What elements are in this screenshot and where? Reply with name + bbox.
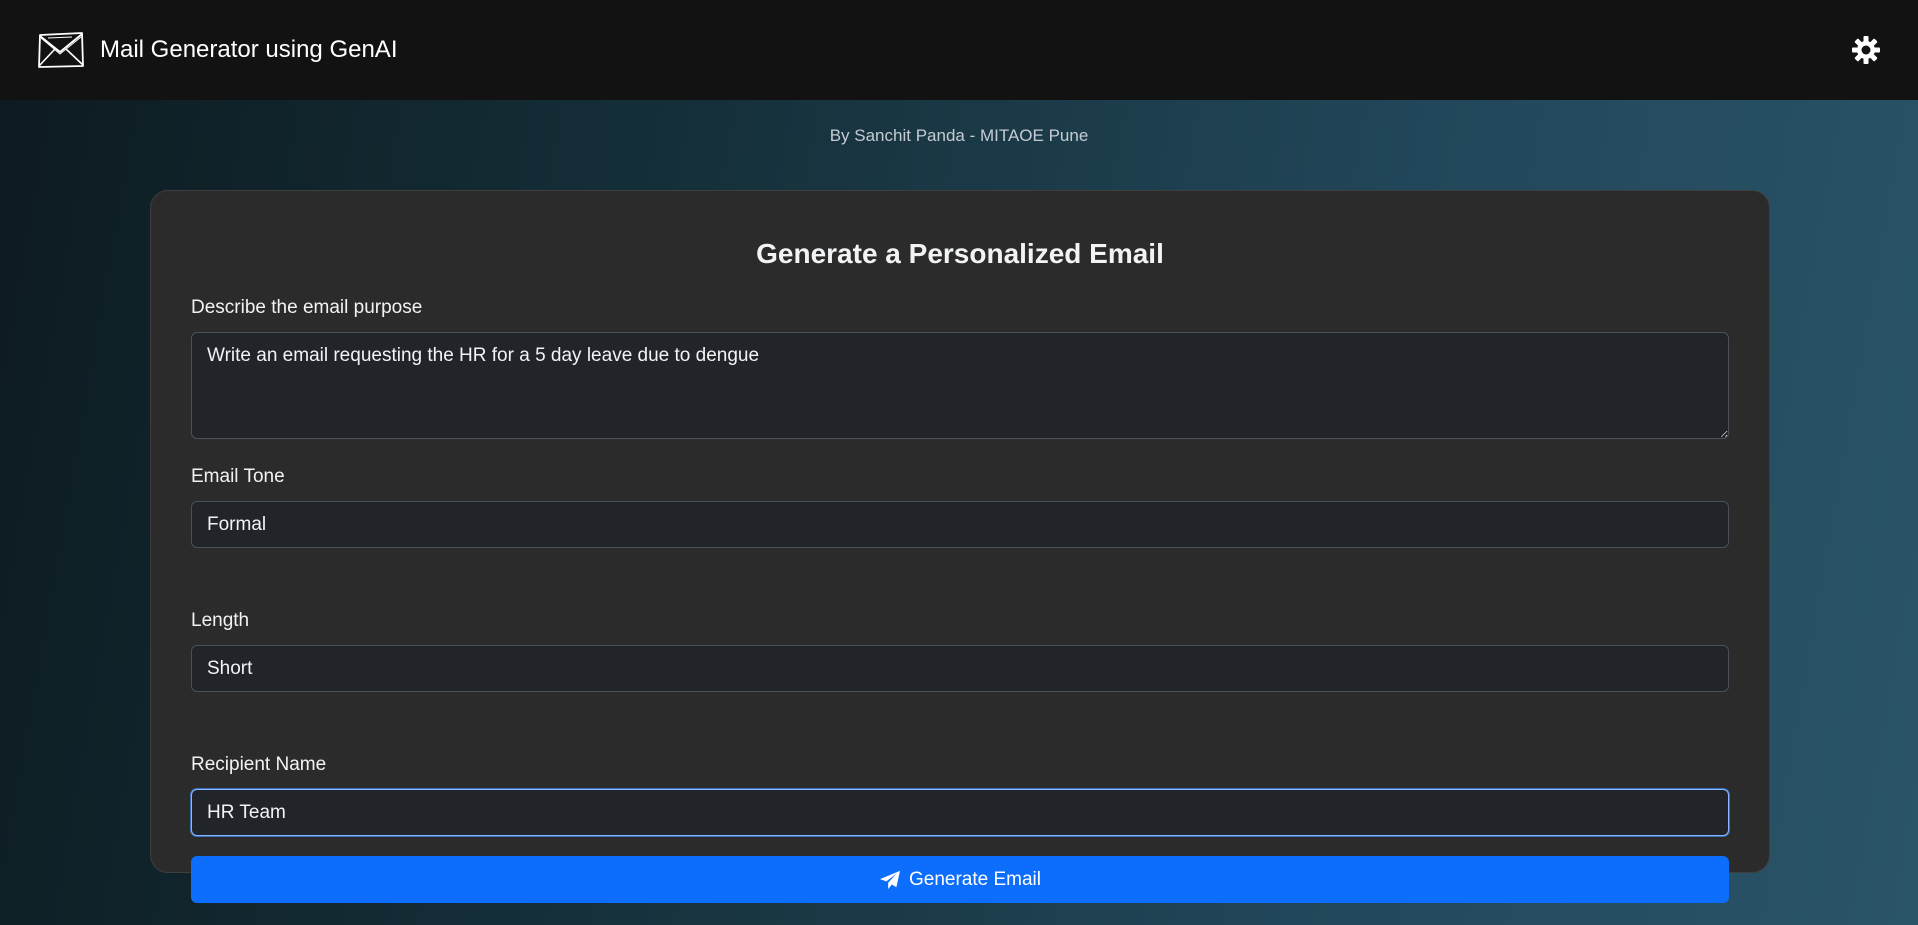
author-subtitle: By Sanchit Panda - MITAOE Pune bbox=[829, 126, 1089, 145]
length-input[interactable] bbox=[191, 645, 1729, 692]
generate-email-button[interactable]: Generate Email bbox=[191, 856, 1729, 903]
app-title: Mail Generator using GenAI bbox=[100, 36, 398, 63]
recipient-input[interactable] bbox=[191, 789, 1729, 836]
email-form-card: Generate a Personalized Email Describe t… bbox=[150, 190, 1770, 903]
theme-toggle-button[interactable] bbox=[1846, 30, 1886, 70]
paper-plane-icon bbox=[879, 870, 900, 889]
form-title: Generate a Personalized Email bbox=[756, 238, 1164, 269]
purpose-label: Describe the email purpose bbox=[191, 297, 423, 318]
tone-label: Email Tone bbox=[191, 466, 285, 487]
length-label: Length bbox=[191, 610, 250, 631]
recipient-label: Recipient Name bbox=[191, 754, 327, 775]
navbar: Mail Generator using GenAI bbox=[0, 0, 1918, 100]
brand[interactable]: Mail Generator using GenAI bbox=[38, 32, 397, 68]
purpose-textarea[interactable]: Write an email requesting the HR for a 5… bbox=[191, 332, 1729, 439]
tone-input[interactable] bbox=[191, 501, 1729, 548]
generate-email-label: Generate Email bbox=[908, 868, 1041, 890]
envelope-icon bbox=[38, 32, 84, 68]
sun-icon bbox=[1852, 36, 1880, 64]
